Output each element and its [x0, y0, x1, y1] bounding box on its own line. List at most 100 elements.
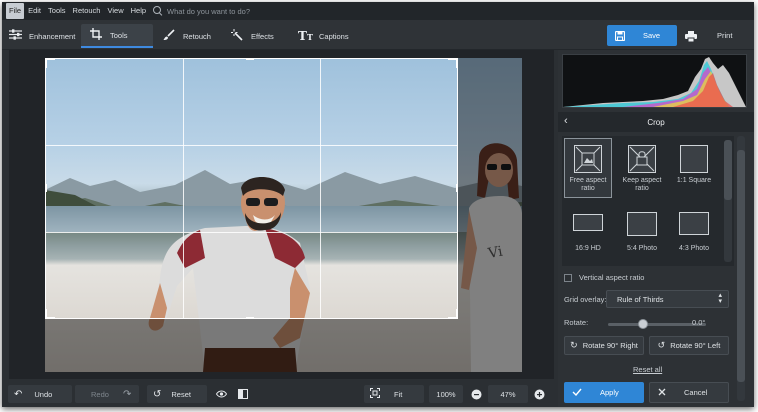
tab-enhancement[interactable]: Enhancement	[8, 24, 78, 48]
grid-overlay-value: Rule of Thirds	[617, 294, 664, 304]
rotate-value: 0.0°	[692, 318, 706, 327]
rotate-left-label: Rotate 90° Left	[670, 341, 721, 350]
grid-overlay-select[interactable]: Rule of Thirds ▴ ▾	[606, 290, 729, 308]
close-icon	[658, 388, 666, 398]
rotate-right-button[interactable]: ↻ Rotate 90° Right	[564, 336, 644, 355]
checkmark-icon	[572, 388, 582, 398]
grid-overlay-label: Grid overlay:	[564, 295, 607, 304]
compare-icon[interactable]	[236, 385, 250, 403]
print-label: Print	[717, 31, 733, 40]
square-shape-icon	[680, 145, 708, 173]
photo[interactable]: Vi	[45, 58, 522, 372]
crop-handle-right[interactable]	[456, 184, 458, 192]
preset-label: 1:1 Square	[676, 177, 712, 184]
vertical-aspect-checkbox[interactable]	[564, 273, 572, 282]
preset-keep-aspect-ratio[interactable]: Keep aspect ratio	[618, 138, 666, 193]
rotate-label: Rotate:	[564, 318, 589, 327]
vertical-aspect-label: Vertical aspect ratio	[579, 273, 645, 282]
tab-captions[interactable]: TT Captions	[298, 24, 362, 48]
rotate-cw-icon: ↻	[570, 340, 578, 350]
cancel-label: Cancel	[684, 388, 708, 397]
free-aspect-icon	[574, 145, 602, 173]
menu-edit[interactable]: Edit	[25, 3, 44, 19]
rotate-left-button[interactable]: ↺ Rotate 90° Left	[649, 336, 729, 355]
grid-line-vertical	[320, 59, 321, 318]
preset-1-1-square[interactable]: 1:1 Square	[670, 138, 718, 185]
rotate-right-label: Rotate 90° Right	[582, 341, 638, 350]
rect-4-3-icon	[679, 212, 709, 235]
crop-handle-top-right[interactable]	[456, 58, 458, 68]
reset-all-link[interactable]: Reset all	[633, 365, 662, 374]
preset-label: Keep aspect ratio	[622, 177, 662, 192]
rotate-slider-handle[interactable]	[638, 319, 648, 329]
fit-button[interactable]: Fit	[364, 385, 424, 403]
tab-tools[interactable]: Tools	[81, 24, 153, 48]
menu-tools[interactable]: Tools	[45, 3, 69, 19]
vertical-aspect-row[interactable]: Vertical aspect ratio	[564, 273, 644, 282]
fit-icon	[369, 387, 381, 400]
crop-frame[interactable]	[45, 58, 458, 319]
crop-handle-left[interactable]	[45, 184, 47, 192]
cancel-button[interactable]: Cancel	[649, 382, 729, 403]
zoom-out-icon[interactable]	[469, 385, 483, 403]
rotate-ccw-icon: ↺	[657, 340, 666, 350]
crop-handle-bottom[interactable]	[246, 317, 254, 319]
app-window: File Edit Tools Retouch View Help Enhanc…	[2, 2, 754, 407]
up-down-chevron-icon: ▴ ▾	[718, 292, 722, 305]
tab-effects[interactable]: Effects	[230, 24, 290, 48]
preview-eye-icon[interactable]	[214, 385, 228, 403]
sliders-icon	[8, 29, 22, 43]
crop-handle-bottom-left[interactable]	[45, 309, 47, 319]
save-label: Save	[643, 31, 661, 40]
undo-button[interactable]: ↶ Undo	[8, 385, 72, 403]
preset-5-4-photo[interactable]: 5:4 Photo	[618, 210, 666, 253]
apply-button[interactable]: Apply	[564, 382, 644, 403]
preset-label: 4:3 Photo	[679, 245, 709, 252]
preset-4-3-photo[interactable]: 4:3 Photo	[670, 210, 718, 253]
search-input[interactable]	[167, 6, 308, 16]
save-button[interactable]: Save	[607, 25, 677, 46]
menubar: File Edit Tools Retouch View Help	[2, 2, 754, 20]
tab-enhancement-label: Enhancement	[29, 31, 76, 41]
preset-label: 5:4 Photo	[627, 245, 657, 252]
back-arrow-icon[interactable]: ‹	[564, 115, 568, 127]
magic-wand-icon	[230, 28, 244, 44]
presets-scrollbar[interactable]	[724, 140, 732, 262]
menu-view[interactable]: View	[104, 3, 126, 19]
redo-button[interactable]: Redo ↷	[75, 385, 139, 403]
preset-16-9-hd[interactable]: 16:9 HD	[564, 210, 612, 253]
image-canvas: Vi	[9, 50, 554, 379]
crop-handle-bottom-right[interactable]	[456, 309, 458, 319]
print-button[interactable]: Print	[680, 25, 746, 46]
menu-help[interactable]: Help	[128, 3, 149, 19]
tab-retouch-label: Retouch	[183, 31, 211, 41]
reset-button[interactable]: ↺ Reset	[147, 385, 207, 403]
crop-handle-top-left[interactable]	[45, 58, 47, 68]
crop-presets-grid: Free aspect ratio Keep aspect ratio 1:1 …	[562, 136, 734, 266]
search-box	[153, 6, 308, 16]
zoom-in-icon[interactable]	[532, 385, 546, 403]
menu-file[interactable]: File	[6, 3, 25, 19]
panel-scrollbar[interactable]	[737, 136, 745, 401]
bottom-toolbar: ↶ Undo Redo ↷ ↺ Reset Fit 100% 47%	[2, 381, 555, 407]
crop-handle-top[interactable]	[246, 58, 254, 60]
brush-icon	[162, 28, 176, 44]
zoom-100-button[interactable]: 100%	[429, 385, 463, 403]
grid-line-horizontal	[46, 145, 457, 146]
preset-label: 16:9 HD	[575, 245, 601, 252]
apply-label: Apply	[600, 388, 619, 397]
reset-icon: ↺	[153, 388, 162, 400]
crop-icon	[89, 27, 103, 43]
grid-line-horizontal	[46, 232, 457, 233]
undo-icon: ↶	[14, 388, 23, 400]
preset-label: Free aspect ratio	[569, 177, 607, 192]
redo-icon: ↷	[122, 388, 132, 400]
rect-5-4-icon	[627, 212, 657, 236]
zoom-value-field[interactable]: 47%	[488, 385, 528, 403]
redo-label: Redo	[91, 389, 109, 399]
tab-tools-label: Tools	[110, 30, 128, 40]
tab-retouch[interactable]: Retouch	[158, 24, 226, 48]
preset-free-aspect-ratio[interactable]: Free aspect ratio	[564, 138, 612, 198]
menu-retouch[interactable]: Retouch	[70, 3, 104, 19]
fit-label: Fit	[394, 389, 403, 399]
